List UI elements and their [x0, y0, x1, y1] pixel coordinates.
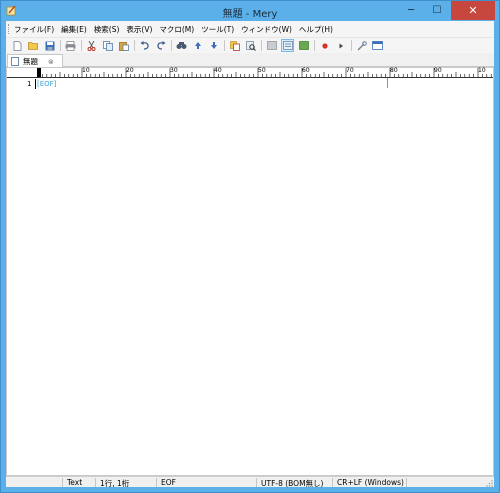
view-mode-1-icon[interactable]	[266, 40, 277, 51]
paste-icon[interactable]	[118, 40, 129, 51]
status-mode[interactable]: Text	[67, 478, 82, 487]
find-next-icon[interactable]	[208, 40, 219, 51]
find-prev-icon[interactable]	[192, 40, 203, 51]
run-macro-icon[interactable]	[335, 40, 346, 51]
maximize-button[interactable]: ☐	[424, 1, 450, 20]
application-window: 無題 - Mery ─ ☐ ✕ ファイル(F) 編集(E) 検索(S) 表示(V…	[0, 0, 500, 493]
record-macro-icon[interactable]	[319, 40, 330, 51]
toolbar-separator	[314, 40, 315, 51]
copy-icon[interactable]	[102, 40, 113, 51]
document-icon	[11, 57, 19, 66]
status-separator	[332, 478, 333, 487]
text-caret	[35, 79, 36, 89]
status-bar: Text 1行, 1桁 EOF UTF-8 (BOM無し) CR+LF (Win…	[6, 476, 494, 489]
tab-untitled[interactable]: 無題 ⊗	[7, 54, 63, 68]
ruler-label: 40	[214, 67, 222, 74]
find-icon[interactable]	[176, 40, 187, 51]
minimize-button[interactable]: ─	[398, 1, 424, 20]
save-icon[interactable]	[44, 40, 55, 51]
line-number: 1	[27, 80, 32, 88]
toolbar-separator	[60, 40, 61, 51]
replace-icon[interactable]	[229, 40, 240, 51]
toolbar-separator	[224, 40, 225, 51]
toolbar-separator	[351, 40, 352, 51]
client-area: ファイル(F) 編集(E) 検索(S) 表示(V) マクロ(M) ツール(T) …	[6, 21, 494, 489]
menubar-grip[interactable]	[8, 24, 10, 34]
title-bar[interactable]: 無題 - Mery ─ ☐ ✕	[1, 1, 499, 21]
customize-icon[interactable]	[356, 40, 367, 51]
ruler-label: 30	[170, 67, 178, 74]
status-separator	[156, 478, 157, 487]
ruler-label: 10	[82, 67, 90, 74]
wrap-guide-line	[387, 78, 388, 88]
status-separator	[62, 478, 63, 487]
undo-icon[interactable]	[139, 40, 150, 51]
ruler-label: 20	[126, 67, 134, 74]
tab-label: 無題	[23, 57, 38, 66]
ruler-label: 90	[434, 67, 442, 74]
status-state: EOF	[161, 478, 176, 487]
view-mode-3-icon[interactable]	[298, 40, 309, 51]
open-folder-icon[interactable]	[28, 40, 39, 51]
ruler-label: 70	[346, 67, 354, 74]
ruler-cursor-marker	[37, 68, 41, 77]
new-file-icon[interactable]	[12, 40, 23, 51]
tab-bar: 無題 ⊗	[6, 53, 494, 68]
status-separator	[95, 478, 96, 487]
status-separator	[256, 478, 257, 487]
menu-tools[interactable]: ツール(T)	[201, 24, 234, 35]
toolbar	[6, 37, 494, 53]
toolbar-separator	[81, 40, 82, 51]
ruler-label: 50	[258, 67, 266, 74]
eof-marker: [EOF]	[37, 80, 57, 88]
ruler-ticks	[37, 68, 492, 77]
redo-icon[interactable]	[155, 40, 166, 51]
tab-close-icon[interactable]: ⊗	[48, 58, 54, 66]
ruler-label: 60	[302, 67, 310, 74]
status-position[interactable]: 1行, 1桁	[100, 478, 129, 489]
column-ruler: 10 20 30 40 50 60 70 80 90 10	[7, 67, 493, 78]
toolbar-separator	[261, 40, 262, 51]
ruler-label: 10	[478, 67, 486, 74]
menu-search[interactable]: 検索(S)	[94, 24, 120, 35]
print-icon[interactable]	[65, 40, 76, 51]
close-button[interactable]: ✕	[451, 1, 495, 20]
toolbar-separator	[171, 40, 172, 51]
menu-view[interactable]: 表示(V)	[126, 24, 152, 35]
menu-window[interactable]: ウィンドウ(W)	[241, 24, 292, 35]
menu-macro[interactable]: マクロ(M)	[159, 24, 194, 35]
search-files-icon[interactable]	[245, 40, 256, 51]
text-editor[interactable]: 10 20 30 40 50 60 70 80 90 10 1 [EOF]	[6, 67, 494, 476]
toolbar-options-icon[interactable]	[372, 40, 383, 51]
ruler-label: 80	[390, 67, 398, 74]
resize-grip-icon[interactable]	[485, 479, 493, 487]
menu-file[interactable]: ファイル(F)	[14, 24, 54, 35]
status-separator	[406, 478, 407, 487]
status-encoding[interactable]: UTF-8 (BOM無し)	[261, 478, 324, 489]
menu-help[interactable]: ヘルプ(H)	[299, 24, 333, 35]
menu-bar: ファイル(F) 編集(E) 検索(S) 表示(V) マクロ(M) ツール(T) …	[6, 21, 494, 37]
status-line-ending[interactable]: CR+LF (Windows)	[337, 478, 404, 487]
menu-edit[interactable]: 編集(E)	[61, 24, 87, 35]
cut-icon[interactable]	[86, 40, 97, 51]
view-mode-2-icon[interactable]	[281, 39, 294, 52]
toolbar-separator	[134, 40, 135, 51]
